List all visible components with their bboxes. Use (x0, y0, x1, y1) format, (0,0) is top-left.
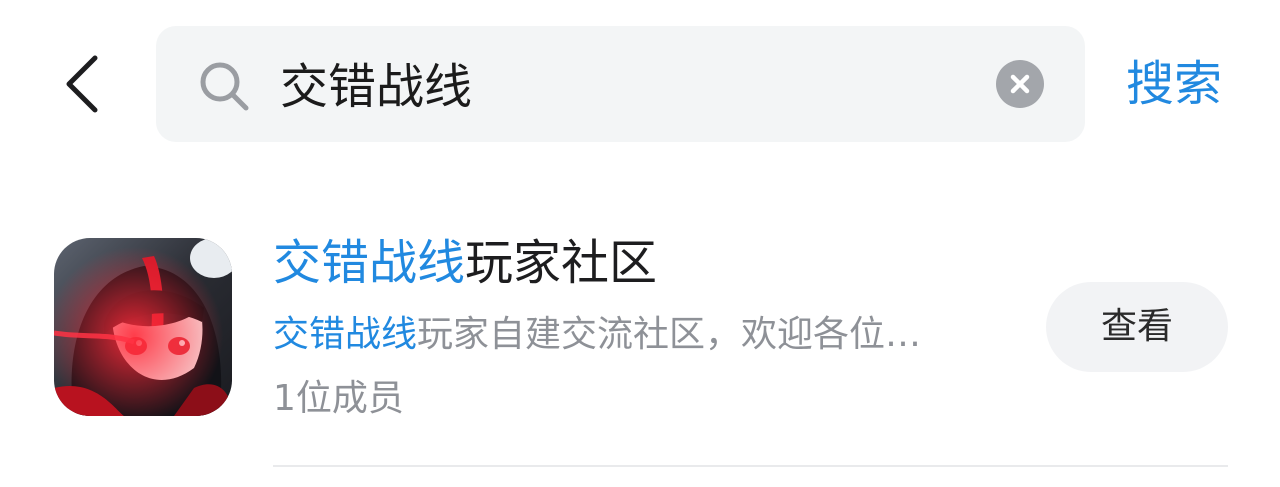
result-description: 交错战线玩家自建交流社区，欢迎各位… (273, 310, 983, 360)
view-button[interactable]: 查看 (1046, 282, 1228, 372)
clear-icon (1010, 74, 1030, 94)
search-page: 搜索 (0, 0, 1280, 487)
search-input[interactable] (280, 48, 980, 116)
member-count: 1位成员 (273, 378, 404, 419)
chevron-left-icon (66, 55, 98, 113)
avatar-image (54, 238, 232, 416)
search-bar[interactable] (156, 26, 1085, 142)
community-avatar[interactable] (54, 238, 232, 416)
result-description-highlight: 交错战线 (273, 314, 418, 355)
search-icon (200, 62, 249, 111)
result-title[interactable]: 交错战线玩家社区 (273, 228, 657, 298)
result-title-highlight: 交错战线 (273, 235, 466, 291)
divider (273, 465, 1228, 467)
result-description-rest: 玩家自建交流社区，欢迎各位… (417, 314, 922, 355)
clear-search-button[interactable] (996, 60, 1044, 108)
search-button[interactable]: 搜索 (1126, 50, 1222, 118)
result-title-rest: 玩家社区 (465, 235, 658, 291)
back-button[interactable] (55, 50, 115, 120)
